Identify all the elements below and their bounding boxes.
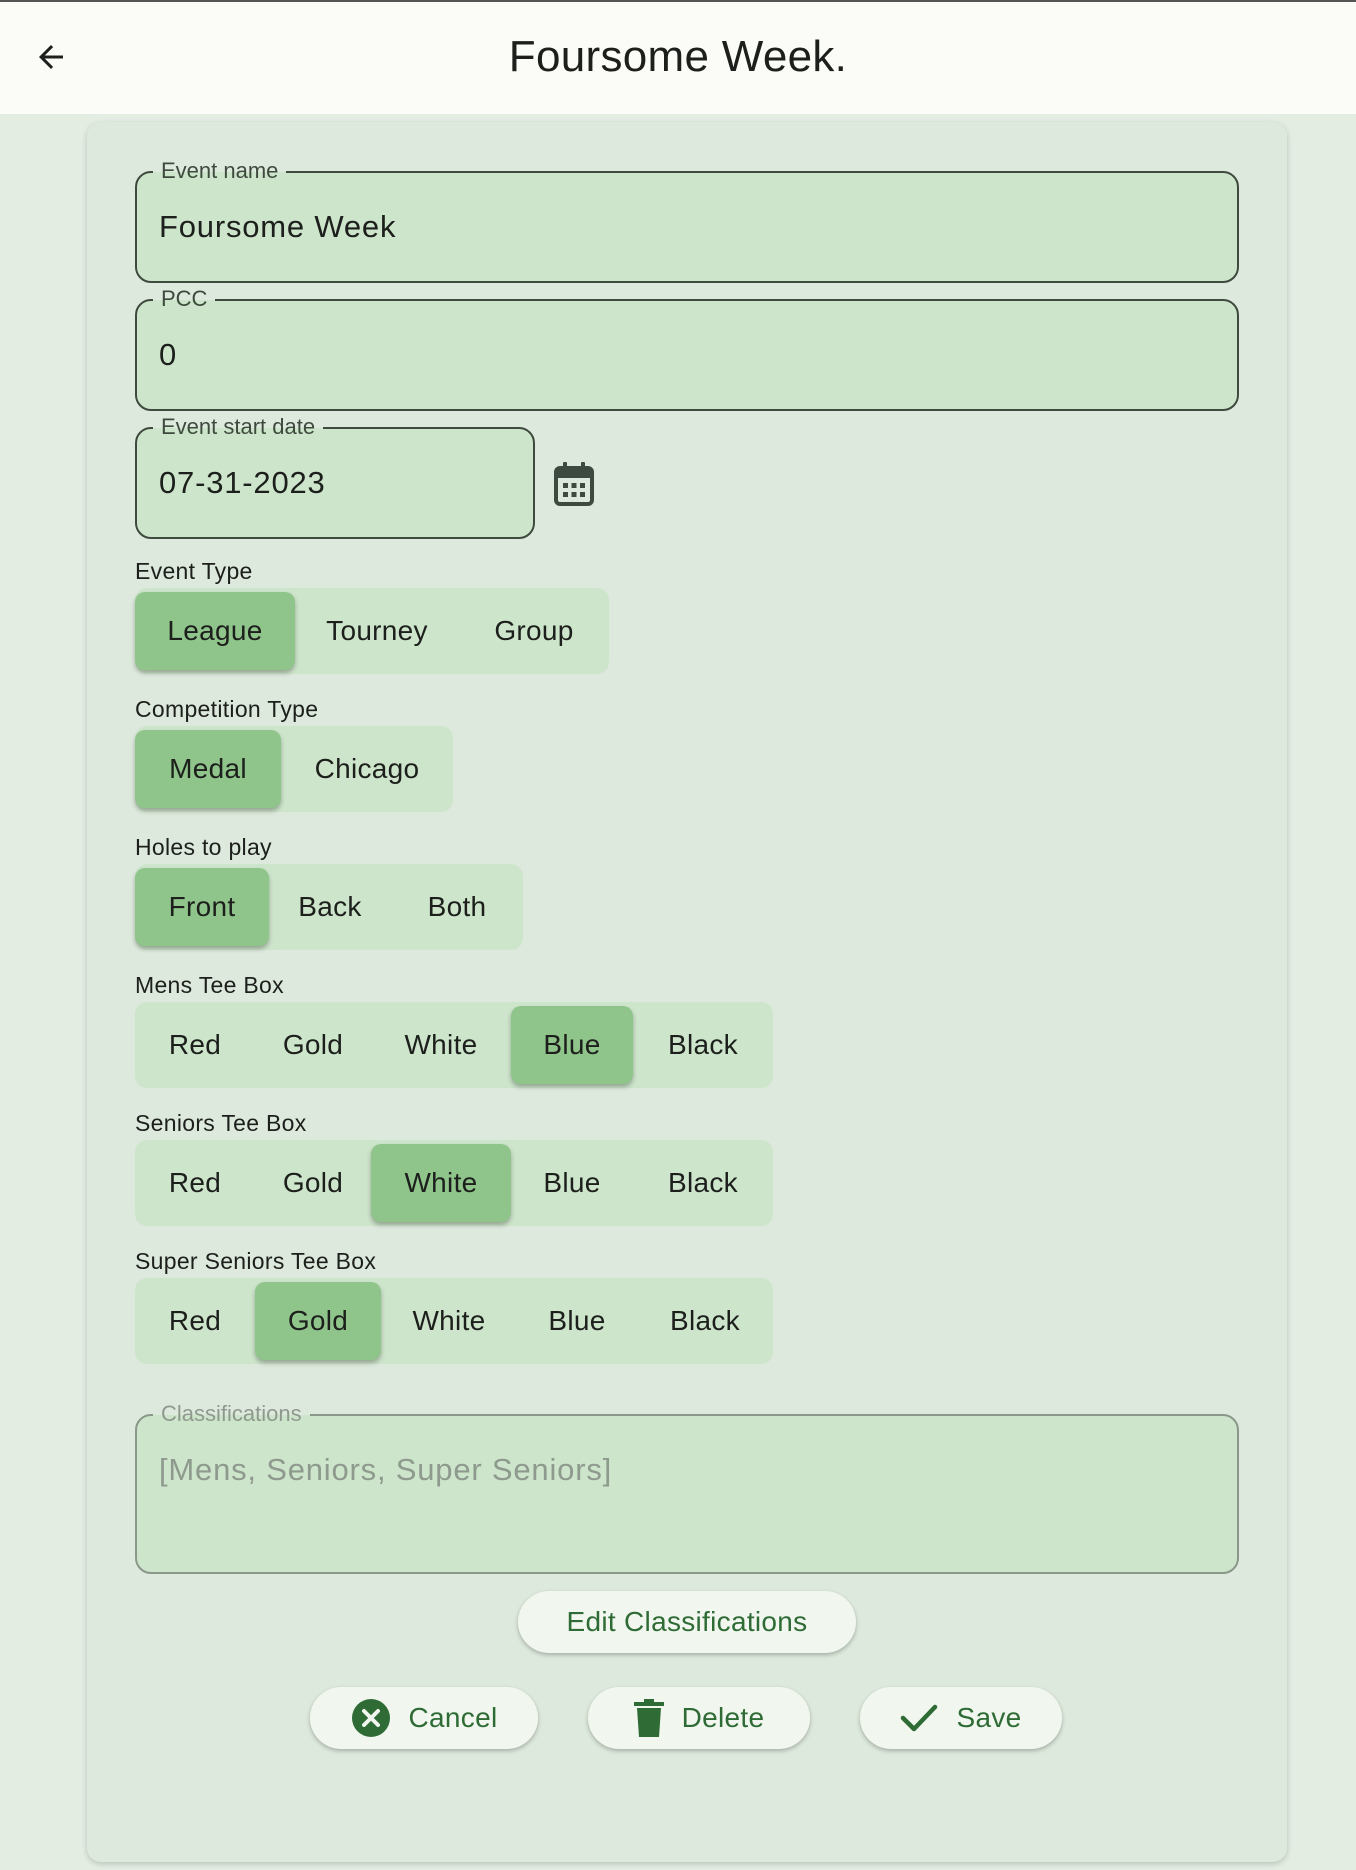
event-type-option-tourney[interactable]: Tourney [295, 588, 459, 674]
competition-type-option-medal[interactable]: Medal [135, 730, 281, 808]
event-type-selector: League Tourney Group [135, 588, 609, 674]
holes-label: Holes to play [135, 834, 272, 860]
competition-type-option-chicago[interactable]: Chicago [281, 726, 453, 812]
competition-type-selector: Medal Chicago [135, 726, 453, 812]
super-seniors-tee-option-white[interactable]: White [381, 1278, 517, 1364]
mens-tee-option-black[interactable]: Black [633, 1002, 773, 1088]
super-seniors-tee-label: Super Seniors Tee Box [135, 1248, 377, 1274]
seniors-tee-option-red[interactable]: Red [135, 1140, 255, 1226]
start-date-field[interactable]: Event start date 07-31-2023 [135, 415, 535, 539]
holes-option-front[interactable]: Front [135, 868, 269, 946]
cancel-label: Cancel [408, 1702, 498, 1733]
super-seniors-tee-option-red[interactable]: Red [135, 1278, 255, 1364]
cancel-button[interactable]: Cancel [310, 1687, 538, 1749]
event-form-card: Event name Foursome Week PCC 0 Event sta… [87, 122, 1287, 1862]
event-name-value: Foursome Week [159, 209, 397, 244]
holes-selector: Front Back Both [135, 864, 523, 950]
edit-classifications-button[interactable]: Edit Classifications [518, 1591, 856, 1653]
seniors-tee-option-black[interactable]: Black [633, 1140, 773, 1226]
delete-button[interactable]: Delete [588, 1687, 810, 1749]
mens-tee-selector: Red Gold White Blue Black [135, 1002, 773, 1088]
event-name-label: Event name [153, 159, 287, 183]
trash-icon [633, 1699, 664, 1737]
event-type-label: Event Type [135, 558, 253, 584]
save-label: Save [956, 1702, 1022, 1733]
pcc-label: PCC [153, 287, 216, 311]
start-date-value: 07-31-2023 [159, 465, 326, 500]
super-seniors-tee-option-black[interactable]: Black [637, 1278, 773, 1364]
classifications-value: [Mens, Seniors, Super Seniors] [159, 1452, 613, 1487]
pcc-field[interactable]: PCC 0 [135, 287, 1239, 411]
delete-label: Delete [681, 1702, 765, 1733]
mens-tee-option-gold[interactable]: Gold [255, 1002, 371, 1088]
super-seniors-tee-option-gold[interactable]: Gold [255, 1282, 381, 1360]
event-type-option-league[interactable]: League [135, 592, 295, 670]
calendar-button[interactable] [554, 462, 594, 506]
classifications-field: Classifications [Mens, Seniors, Super Se… [135, 1402, 1239, 1574]
app-bar: Foursome Week. [0, 2, 1356, 114]
seniors-tee-selector: Red Gold White Blue Black [135, 1140, 773, 1226]
event-name-field[interactable]: Event name Foursome Week [135, 159, 1239, 283]
calendar-icon [554, 462, 594, 506]
pcc-value: 0 [159, 337, 178, 372]
seniors-tee-label: Seniors Tee Box [135, 1110, 307, 1136]
mens-tee-label: Mens Tee Box [135, 972, 284, 998]
mens-tee-option-red[interactable]: Red [135, 1002, 255, 1088]
mens-tee-option-blue[interactable]: Blue [511, 1006, 633, 1084]
cancel-circle-icon [351, 1699, 390, 1737]
mens-tee-option-white[interactable]: White [371, 1002, 511, 1088]
super-seniors-tee-option-blue[interactable]: Blue [517, 1278, 637, 1364]
super-seniors-tee-selector: Red Gold White Blue Black [135, 1278, 773, 1364]
seniors-tee-option-gold[interactable]: Gold [255, 1140, 371, 1226]
save-button[interactable]: Save [860, 1687, 1062, 1749]
holes-option-back[interactable]: Back [269, 864, 391, 950]
competition-type-label: Competition Type [135, 696, 319, 722]
classifications-label: Classifications [153, 1402, 310, 1426]
start-date-label: Event start date [153, 415, 324, 439]
page-title: Foursome Week. [508, 32, 848, 81]
check-icon [901, 1704, 938, 1732]
holes-option-both[interactable]: Both [391, 864, 523, 950]
seniors-tee-option-white[interactable]: White [371, 1144, 511, 1222]
edit-classifications-label: Edit Classifications [566, 1606, 808, 1637]
event-type-option-group[interactable]: Group [459, 588, 609, 674]
seniors-tee-option-blue[interactable]: Blue [511, 1140, 633, 1226]
